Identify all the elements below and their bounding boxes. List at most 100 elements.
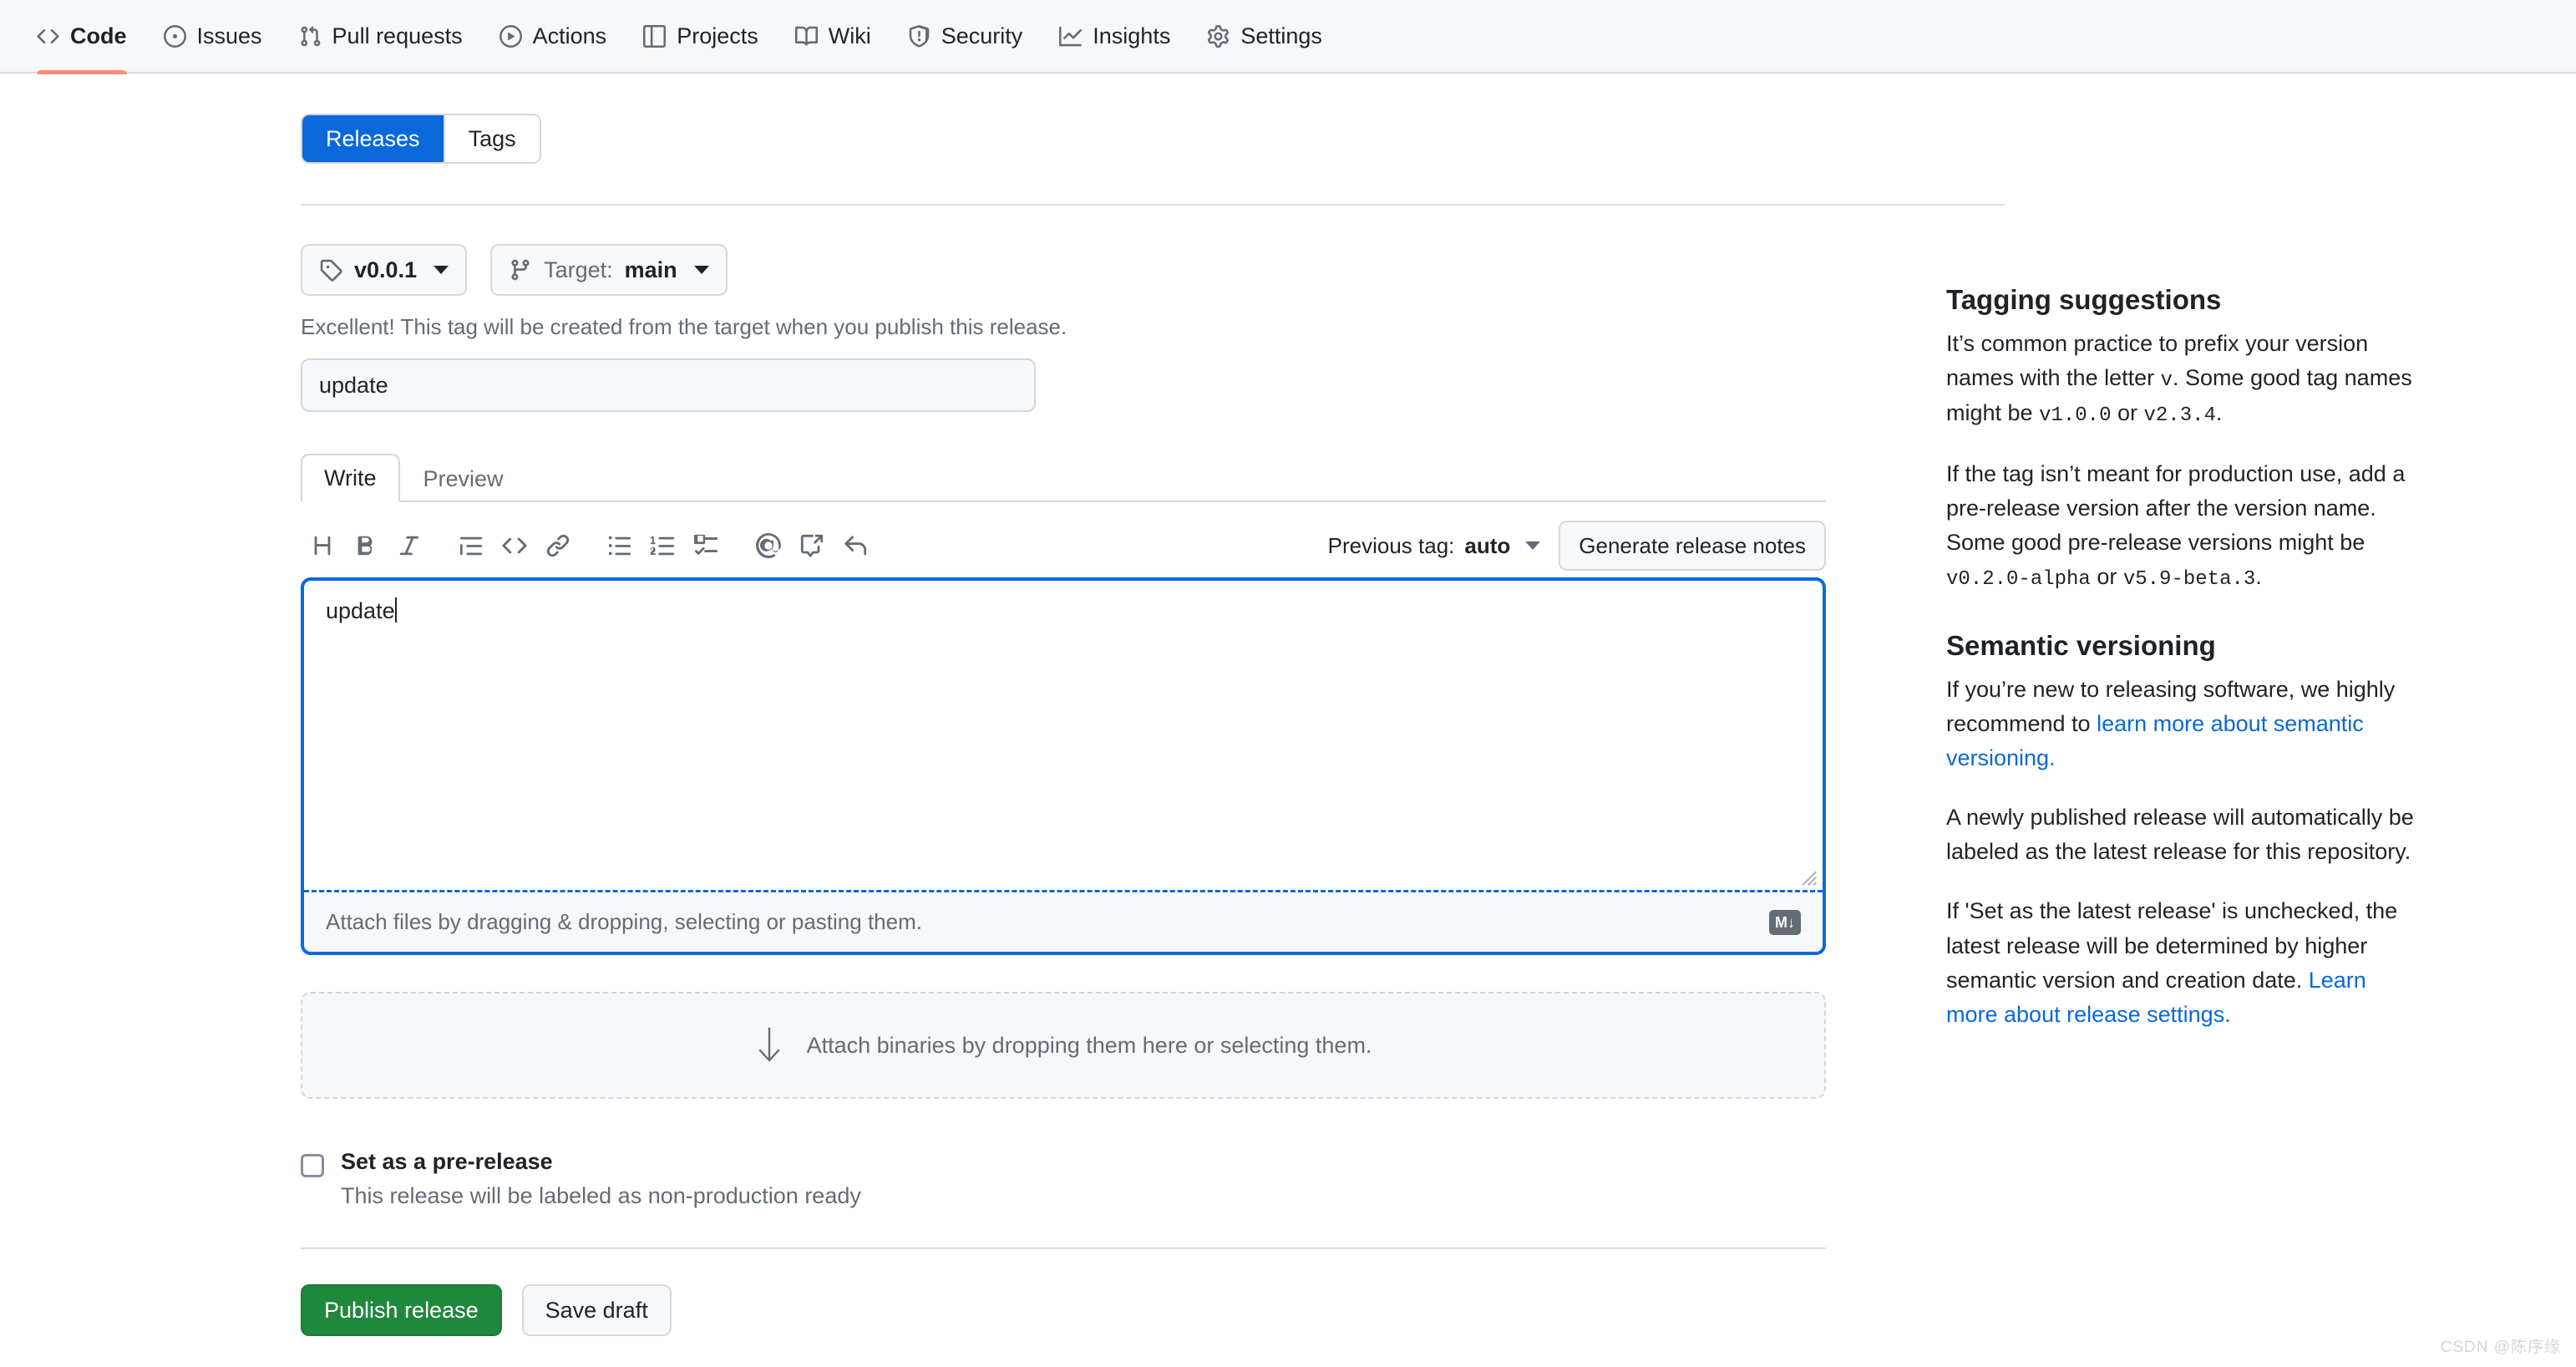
nav-item-actions[interactable]: Actions bbox=[481, 0, 626, 73]
play-icon bbox=[499, 24, 522, 48]
prerelease-description: This release will be labeled as non-prod… bbox=[341, 1183, 861, 1208]
code-icon bbox=[37, 25, 59, 48]
release-form-page: Releases Tags v0.0.1 Target: main Excell… bbox=[0, 74, 2576, 1336]
tagging-p1-code-v234: v2.3.4 bbox=[2143, 404, 2216, 428]
watermark: CSDN @陈序缘 bbox=[2440, 1339, 2561, 1356]
shield-icon bbox=[908, 24, 931, 48]
reply-icon[interactable] bbox=[834, 524, 877, 567]
heading-icon[interactable] bbox=[301, 524, 344, 567]
tagging-paragraph-1: It’s common practice to prefix your vers… bbox=[1946, 327, 2414, 432]
choose-tag-button[interactable]: v0.0.1 bbox=[301, 244, 468, 296]
tag-and-target-row: v0.0.1 Target: main bbox=[301, 244, 1856, 296]
choose-target-button[interactable]: Target: main bbox=[490, 244, 728, 296]
nav-item-label: Insights bbox=[1093, 23, 1171, 48]
repo-nav: Code Issues Pull requests Actions Projec… bbox=[0, 0, 2576, 74]
release-body-value: update bbox=[326, 598, 395, 623]
release-body-textarea[interactable]: update bbox=[304, 581, 1823, 890]
binaries-dropzone-text: Attach binaries by dropping them here or… bbox=[806, 1032, 1372, 1058]
text-cursor bbox=[394, 597, 397, 623]
tagging-p2-text-a: If the tag isn’t meant for production us… bbox=[1946, 460, 2406, 555]
markdown-toolbar: Previous tag: auto Generate release note… bbox=[301, 514, 1826, 577]
tag-helper-text: Excellent! This tag will be created from… bbox=[301, 314, 1067, 339]
actions-divider bbox=[301, 1248, 1826, 1249]
resize-handle-icon[interactable] bbox=[1796, 865, 1818, 887]
target-label: Target: bbox=[544, 257, 613, 282]
chevron-down-icon bbox=[693, 266, 709, 274]
attach-files-hint: Attach files by dragging & dropping, sel… bbox=[326, 909, 922, 934]
target-value: main bbox=[624, 257, 677, 282]
tagging-paragraph-2: If the tag isn’t meant for production us… bbox=[1946, 457, 2414, 596]
toolbar-group-text bbox=[301, 524, 431, 567]
tab-preview[interactable]: Preview bbox=[400, 454, 527, 502]
toolbar-group-extras bbox=[747, 524, 877, 567]
tagging-suggestions-heading: Tagging suggestions bbox=[1946, 284, 2222, 315]
save-draft-button[interactable]: Save draft bbox=[521, 1284, 672, 1336]
form-actions: Publish release Save draft bbox=[301, 1284, 1856, 1336]
code-icon[interactable] bbox=[493, 524, 536, 567]
italic-icon[interactable] bbox=[388, 524, 431, 567]
tag-icon bbox=[319, 258, 342, 282]
nav-item-security[interactable]: Security bbox=[890, 0, 1042, 73]
tagging-p2-text-b: or bbox=[2090, 563, 2123, 589]
nav-item-label: Projects bbox=[677, 23, 758, 48]
tagging-p1-code-v100: v1.0.0 bbox=[2039, 404, 2112, 428]
ordered-list-icon[interactable] bbox=[641, 524, 685, 567]
git-pull-request-icon bbox=[299, 25, 322, 48]
content-wrapper: Releases Tags v0.0.1 Target: main Excell… bbox=[0, 74, 2576, 1336]
section-divider bbox=[301, 204, 2005, 206]
sidebar-help: Tagging suggestions It’s common practice… bbox=[1946, 74, 2414, 1336]
down-arrow-icon bbox=[755, 1025, 783, 1065]
unordered-list-icon[interactable] bbox=[598, 524, 641, 567]
graph-icon bbox=[1059, 25, 1083, 48]
previous-tag-selector[interactable]: Previous tag: auto bbox=[1328, 533, 1541, 559]
bold-icon[interactable] bbox=[344, 524, 388, 567]
mention-icon[interactable] bbox=[747, 524, 790, 567]
book-icon bbox=[794, 25, 818, 48]
nav-item-label: Code bbox=[70, 23, 127, 48]
quote-icon[interactable] bbox=[449, 524, 493, 567]
main-column: Releases Tags v0.0.1 Target: main Excell… bbox=[301, 74, 2005, 1336]
nav-item-insights[interactable]: Insights bbox=[1041, 0, 1189, 73]
toolbar-group-block bbox=[449, 524, 580, 567]
prerelease-section: Set as a pre-release This release will b… bbox=[301, 1149, 1856, 1209]
nav-item-wiki[interactable]: Wiki bbox=[777, 0, 890, 73]
prerelease-checkbox[interactable] bbox=[301, 1154, 324, 1177]
task-list-icon[interactable] bbox=[685, 524, 728, 567]
tagging-p2-code-alpha: v0.2.0-alpha bbox=[1946, 567, 2091, 591]
nav-item-label: Security bbox=[941, 23, 1023, 48]
nav-item-projects[interactable]: Projects bbox=[625, 0, 777, 73]
gear-icon bbox=[1207, 24, 1230, 48]
publish-release-button[interactable]: Publish release bbox=[301, 1284, 502, 1336]
nav-item-code[interactable]: Code bbox=[18, 0, 145, 74]
table-icon bbox=[643, 24, 667, 48]
editor-tabs: Write Preview bbox=[301, 454, 1826, 502]
release-title-input[interactable] bbox=[301, 358, 1036, 412]
nav-item-issues[interactable]: Issues bbox=[145, 0, 281, 73]
tagging-p1-text-c: or bbox=[2111, 400, 2144, 426]
nav-item-label: Wiki bbox=[828, 23, 871, 48]
tab-tags[interactable]: Tags bbox=[444, 115, 540, 162]
tab-releases[interactable]: Releases bbox=[302, 115, 444, 162]
binaries-dropzone[interactable]: Attach binaries by dropping them here or… bbox=[301, 992, 1826, 1099]
chevron-down-icon bbox=[1525, 541, 1541, 550]
prerelease-label: Set as a pre-release bbox=[341, 1149, 553, 1174]
tagging-p1-code-v: v bbox=[2160, 368, 2173, 392]
markdown-icon[interactable]: M↓ bbox=[1769, 909, 1801, 935]
cross-reference-icon[interactable] bbox=[790, 524, 834, 567]
semver-paragraph-2: A newly published release will automatic… bbox=[1946, 805, 2414, 865]
tagging-p2-code-beta: v5.9-beta.3 bbox=[2122, 567, 2256, 591]
nav-item-label: Actions bbox=[532, 23, 607, 48]
link-icon[interactable] bbox=[536, 524, 580, 567]
attach-files-footer[interactable]: Attach files by dragging & dropping, sel… bbox=[304, 890, 1823, 952]
previous-tag-value: auto bbox=[1464, 532, 1511, 558]
generate-release-notes-button[interactable]: Generate release notes bbox=[1559, 521, 1826, 571]
previous-tag-label: Previous tag: bbox=[1327, 532, 1455, 558]
nav-item-settings[interactable]: Settings bbox=[1189, 0, 1341, 73]
nav-item-pull-requests[interactable]: Pull requests bbox=[281, 0, 481, 73]
release-body-container: update Attach files by dragging & droppi… bbox=[301, 577, 1826, 955]
semver-paragraph-1: If you’re new to releasing software, we … bbox=[1946, 673, 2414, 775]
release-notes-editor: Write Preview Previous tag: auto Generat… bbox=[301, 454, 1826, 955]
tab-write[interactable]: Write bbox=[301, 454, 400, 502]
prerelease-text-group: Set as a pre-release This release will b… bbox=[341, 1149, 861, 1209]
semver-paragraph-3: If 'Set as the latest release' is unchec… bbox=[1946, 894, 2414, 1031]
